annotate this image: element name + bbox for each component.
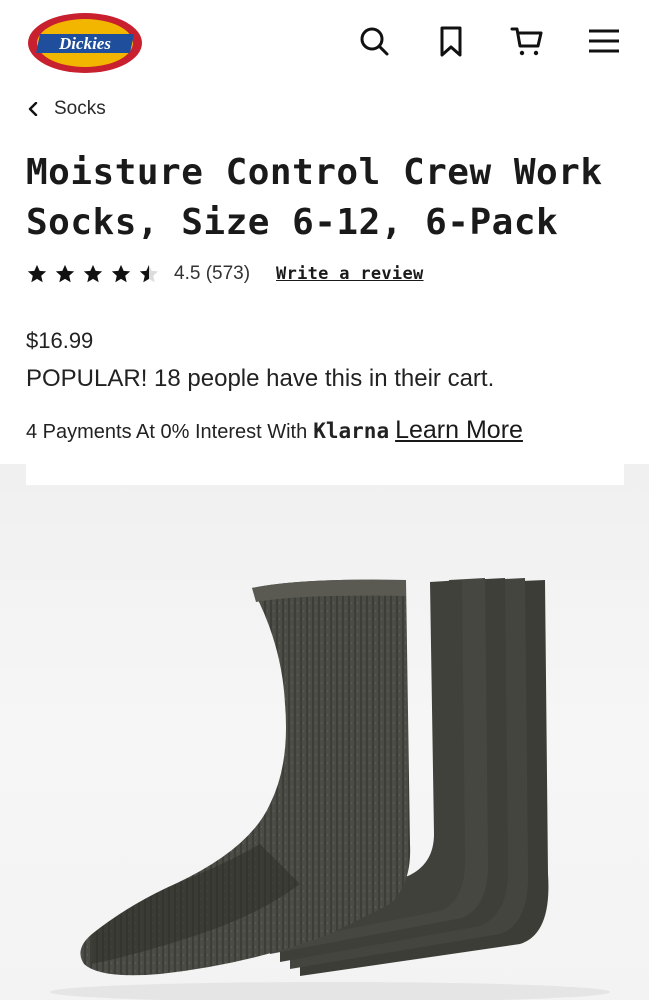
menu-icon[interactable] — [587, 24, 621, 58]
search-icon[interactable] — [357, 24, 391, 58]
chevron-left-icon — [26, 102, 40, 116]
rating-count[interactable]: 4.5 (573) — [174, 263, 250, 285]
cart-icon[interactable] — [510, 24, 544, 58]
write-review-link[interactable]: Write a review — [276, 264, 424, 284]
star-full-icon — [110, 263, 132, 285]
popularity-message: POPULAR! 18 people have this in their ca… — [26, 365, 495, 392]
klarna-payment-info: 4 Payments At 0% Interest With Klarna Le… — [26, 416, 523, 445]
bookmark-icon[interactable] — [434, 24, 468, 58]
klarna-logo: Klarna — [313, 419, 390, 443]
breadcrumb[interactable]: Socks — [26, 96, 106, 122]
product-title: Moisture Control Crew Work Socks, Size 6… — [26, 152, 603, 243]
price: $16.99 — [26, 328, 94, 353]
star-full-icon — [82, 263, 104, 285]
socks-illustration — [50, 578, 610, 1000]
learn-more-link[interactable]: Learn More — [395, 416, 523, 445]
star-half-icon — [138, 263, 160, 285]
rating-row: 4.5 (573) Write a review — [26, 260, 424, 288]
star-full-icon — [26, 263, 48, 285]
product-image[interactable] — [0, 464, 649, 1000]
star-rating[interactable] — [26, 263, 160, 285]
header: Dickies — [0, 0, 649, 88]
breadcrumb-label[interactable]: Socks — [54, 98, 106, 120]
svg-text:Dickies: Dickies — [58, 34, 111, 53]
star-full-icon — [54, 263, 76, 285]
dickies-logo[interactable]: Dickies — [26, 12, 144, 74]
klarna-prefix: 4 Payments At 0% Interest With — [26, 421, 308, 443]
